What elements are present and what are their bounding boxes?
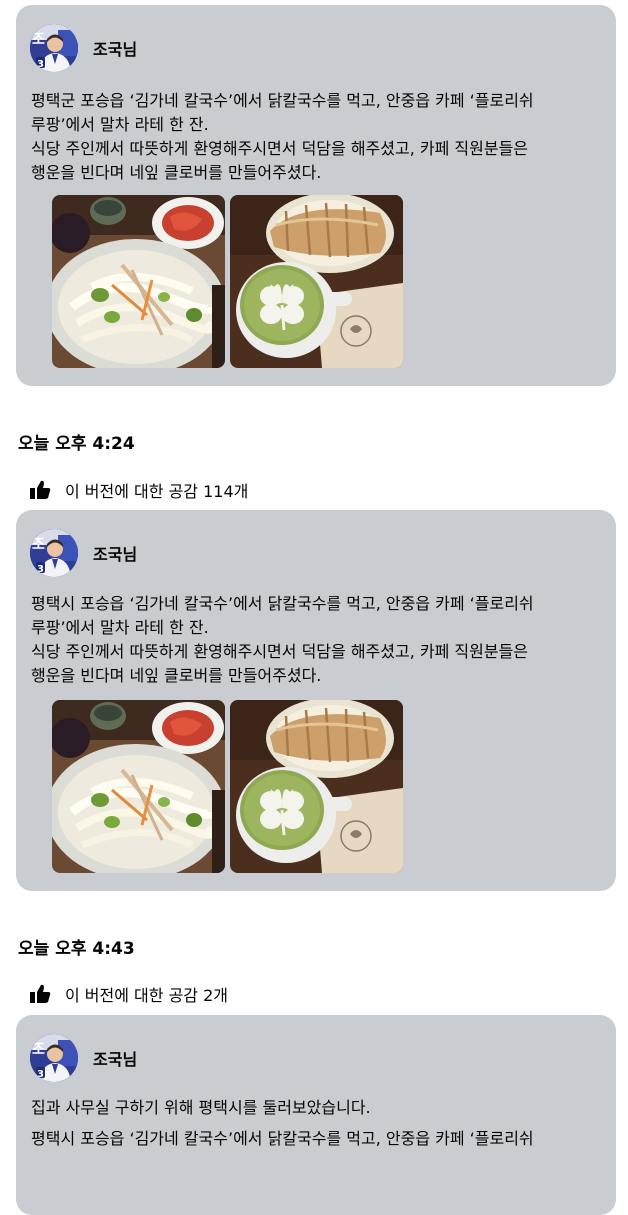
cafe-photo[interactable] (230, 700, 403, 873)
post-text-line: 집과 사무실 구하기 위해 평택시를 둘러보았습니다. (31, 1098, 371, 1117)
post-header: 조국님 (30, 1033, 137, 1083)
avatar[interactable] (30, 529, 78, 577)
post-header: 조국님 (30, 528, 137, 578)
post-text-line: 평택시 포승읍 ‘김가네 칼국수’에서 닭칼국수를 먹고, 안중읍 카페 ‘플로… (31, 594, 534, 613)
noodle-photo[interactable] (52, 195, 225, 368)
author-name[interactable]: 조국님 (93, 36, 137, 60)
reaction-count[interactable]: 이 버전에 대한 공감 114개 (65, 478, 248, 502)
post-text-line: 평택군 포승읍 ‘김가네 칼국수’에서 닭칼국수를 먹고, 안중읍 카페 ‘플로… (31, 91, 534, 110)
post-text-line: 식당 주인께서 따뜻하게 환영해주시면서 덕담을 해주셨고, 카페 직원분들은 (31, 642, 529, 661)
post-text-line: 평택시 포승읍 ‘김가네 칼국수’에서 닭칼국수를 먹고, 안중읍 카페 ‘플로… (31, 1129, 534, 1148)
photo-grid (52, 195, 403, 368)
post-card: 조국님 집과 사무실 구하기 위해 평택시를 둘러보았습니다. 평택시 포승읍 … (16, 1015, 616, 1215)
version-reaction: 이 버전에 대한 공감 2개 (30, 982, 228, 1006)
post-text: 평택군 포승읍 ‘김가네 칼국수’에서 닭칼국수를 먹고, 안중읍 카페 ‘플로… (31, 89, 601, 185)
avatar[interactable] (30, 1034, 78, 1082)
cafe-photo[interactable] (230, 195, 403, 368)
photo-grid (52, 700, 403, 873)
reaction-count[interactable]: 이 버전에 대한 공감 2개 (65, 982, 228, 1006)
post-card: 조국님 평택군 포승읍 ‘김가네 칼국수’에서 닭칼국수를 먹고, 안중읍 카페… (16, 5, 616, 386)
avatar[interactable] (30, 24, 78, 72)
author-name[interactable]: 조국님 (93, 541, 137, 565)
profile-photo (30, 529, 78, 577)
noodle-photo[interactable] (52, 700, 225, 873)
thumbs-up-icon (30, 480, 51, 499)
version-time: 오늘 오후 4:24 (18, 434, 135, 454)
post-text: 평택시 포승읍 ‘김가네 칼국수’에서 닭칼국수를 먹고, 안중읍 카페 ‘플로… (31, 592, 601, 688)
thumbs-up-icon (30, 984, 51, 1003)
post-text: 집과 사무실 구하기 위해 평택시를 둘러보았습니다. 평택시 포승읍 ‘김가네… (31, 1096, 601, 1151)
post-header: 조국님 (30, 23, 137, 73)
version-reaction: 이 버전에 대한 공감 114개 (30, 478, 248, 502)
post-text-line: 식당 주인께서 따뜻하게 환영해주시면서 덕담을 해주셨고, 카페 직원분들은 (31, 139, 529, 158)
version-time: 오늘 오후 4:43 (18, 939, 135, 959)
post-text-line: 루팡’에서 말차 라테 한 잔. (31, 618, 209, 637)
post-text-line: 행운을 빈다며 네잎 클로버를 만들어주셨다. (31, 666, 322, 685)
author-name[interactable]: 조국님 (93, 1046, 137, 1070)
post-text-line: 행운을 빈다며 네잎 클로버를 만들어주셨다. (31, 163, 322, 182)
post-card: 조국님 평택시 포승읍 ‘김가네 칼국수’에서 닭칼국수를 먹고, 안중읍 카페… (16, 510, 616, 891)
profile-photo (30, 24, 78, 72)
post-text-line: 루팡’에서 말차 라테 한 잔. (31, 115, 209, 134)
profile-photo (30, 1034, 78, 1082)
